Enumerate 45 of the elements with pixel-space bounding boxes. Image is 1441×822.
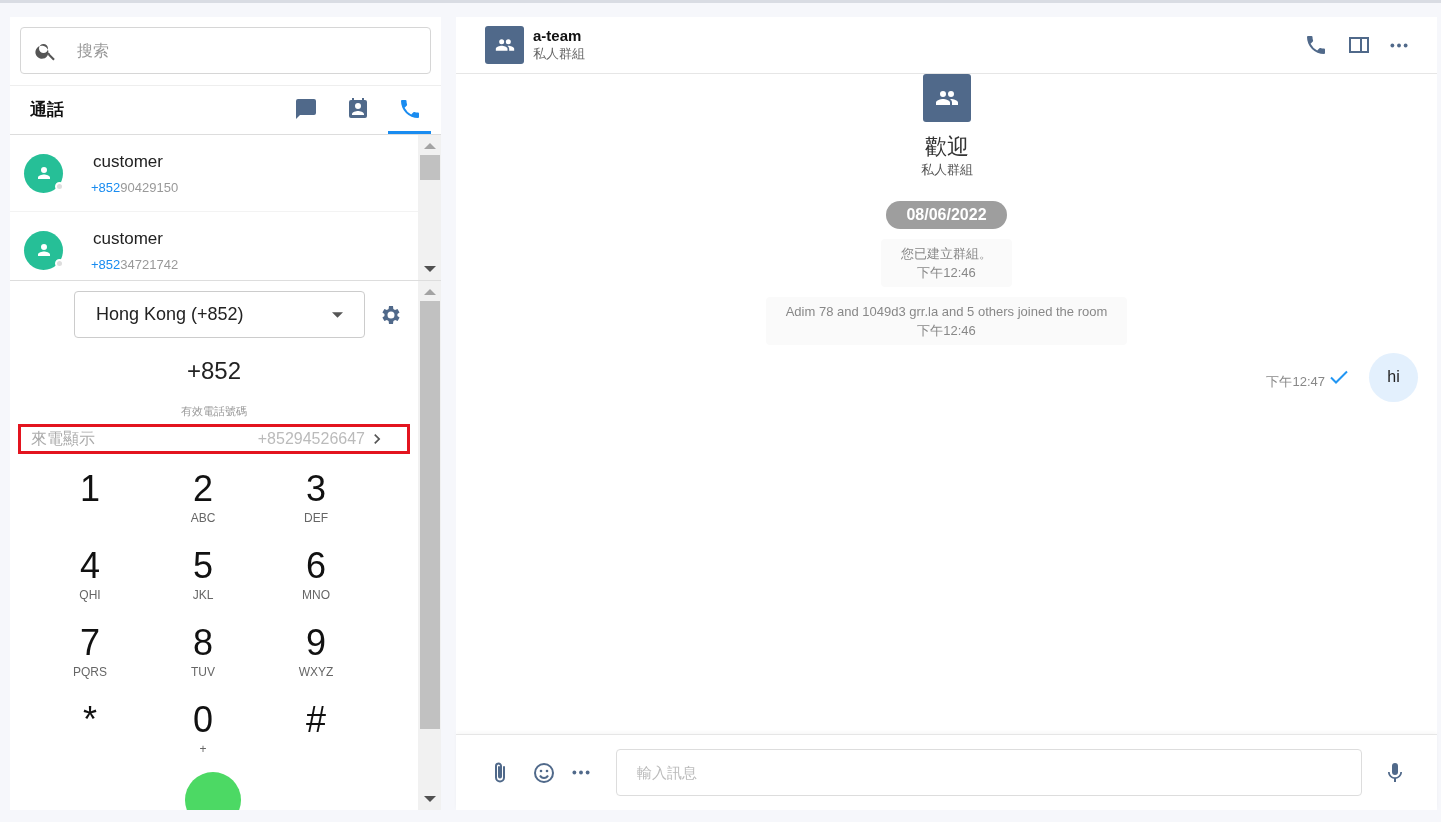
room-name: a-team	[533, 27, 583, 45]
more-icon	[1390, 42, 1408, 48]
date-pill: 08/06/2022	[886, 200, 1007, 229]
call-list-item[interactable]: customer +85234721742	[10, 212, 418, 280]
scrollbar[interactable]	[418, 281, 441, 810]
dial-key[interactable]: 9 WXYZ	[259, 621, 373, 696]
message-time: 下午12:47	[1266, 373, 1325, 392]
caret-icon	[332, 311, 343, 318]
dial-key[interactable]: 6 MNO	[259, 544, 373, 619]
phone-icon	[1304, 33, 1328, 57]
search-field[interactable]: 搜索	[20, 27, 431, 74]
country-select[interactable]: Hong Kong (+852)	[74, 291, 365, 338]
chat-icon	[293, 96, 318, 121]
message-input[interactable]: 輸入訊息	[616, 749, 1362, 796]
more-button[interactable]	[1390, 42, 1408, 48]
call-button[interactable]	[1304, 33, 1328, 57]
system-message: Adim 78 and 1049d3 grr.la and 5 others joined the room 下午12:46	[765, 296, 1128, 345]
more-button[interactable]	[572, 770, 590, 775]
smiley-icon	[532, 760, 556, 785]
dial-key[interactable]: #	[259, 698, 373, 773]
dialed-number: +852	[186, 356, 242, 386]
phone-number: +85290429150	[91, 178, 179, 197]
dial-key[interactable]: 2 ABC	[146, 467, 260, 542]
dial-key[interactable]: 3 DEF	[259, 467, 373, 542]
hint-text: 有效電話號碼	[181, 404, 247, 419]
dial-key[interactable]: 1	[33, 467, 147, 542]
dial-key[interactable]: 5 JKL	[146, 544, 260, 619]
scrollbar[interactable]	[418, 135, 441, 280]
dial-key[interactable]: 8 TUV	[146, 621, 260, 696]
phone-number: +85234721742	[91, 255, 179, 274]
contact-name: customer	[92, 151, 164, 173]
panel-title: 通話	[30, 99, 65, 122]
emoji-button[interactable]	[532, 760, 556, 785]
contact-name: customer	[92, 228, 164, 250]
dial-key[interactable]: *	[33, 698, 147, 773]
dial-key[interactable]: 0 +	[146, 698, 260, 773]
welcome-subtitle: 私人群組	[920, 161, 973, 179]
dial-key[interactable]: 4 QHI	[33, 544, 147, 619]
more-icon	[572, 770, 590, 775]
message-bubble: hi	[1369, 352, 1418, 402]
dial-key[interactable]: 7 PQRS	[33, 621, 147, 696]
welcome-title: 歡迎	[924, 134, 969, 160]
room-subtitle: 私人群組	[533, 45, 586, 63]
call-list-item[interactable]: customer +85290429150	[10, 135, 418, 212]
system-message: 您已建立群組。 下午12:46	[881, 238, 1012, 287]
